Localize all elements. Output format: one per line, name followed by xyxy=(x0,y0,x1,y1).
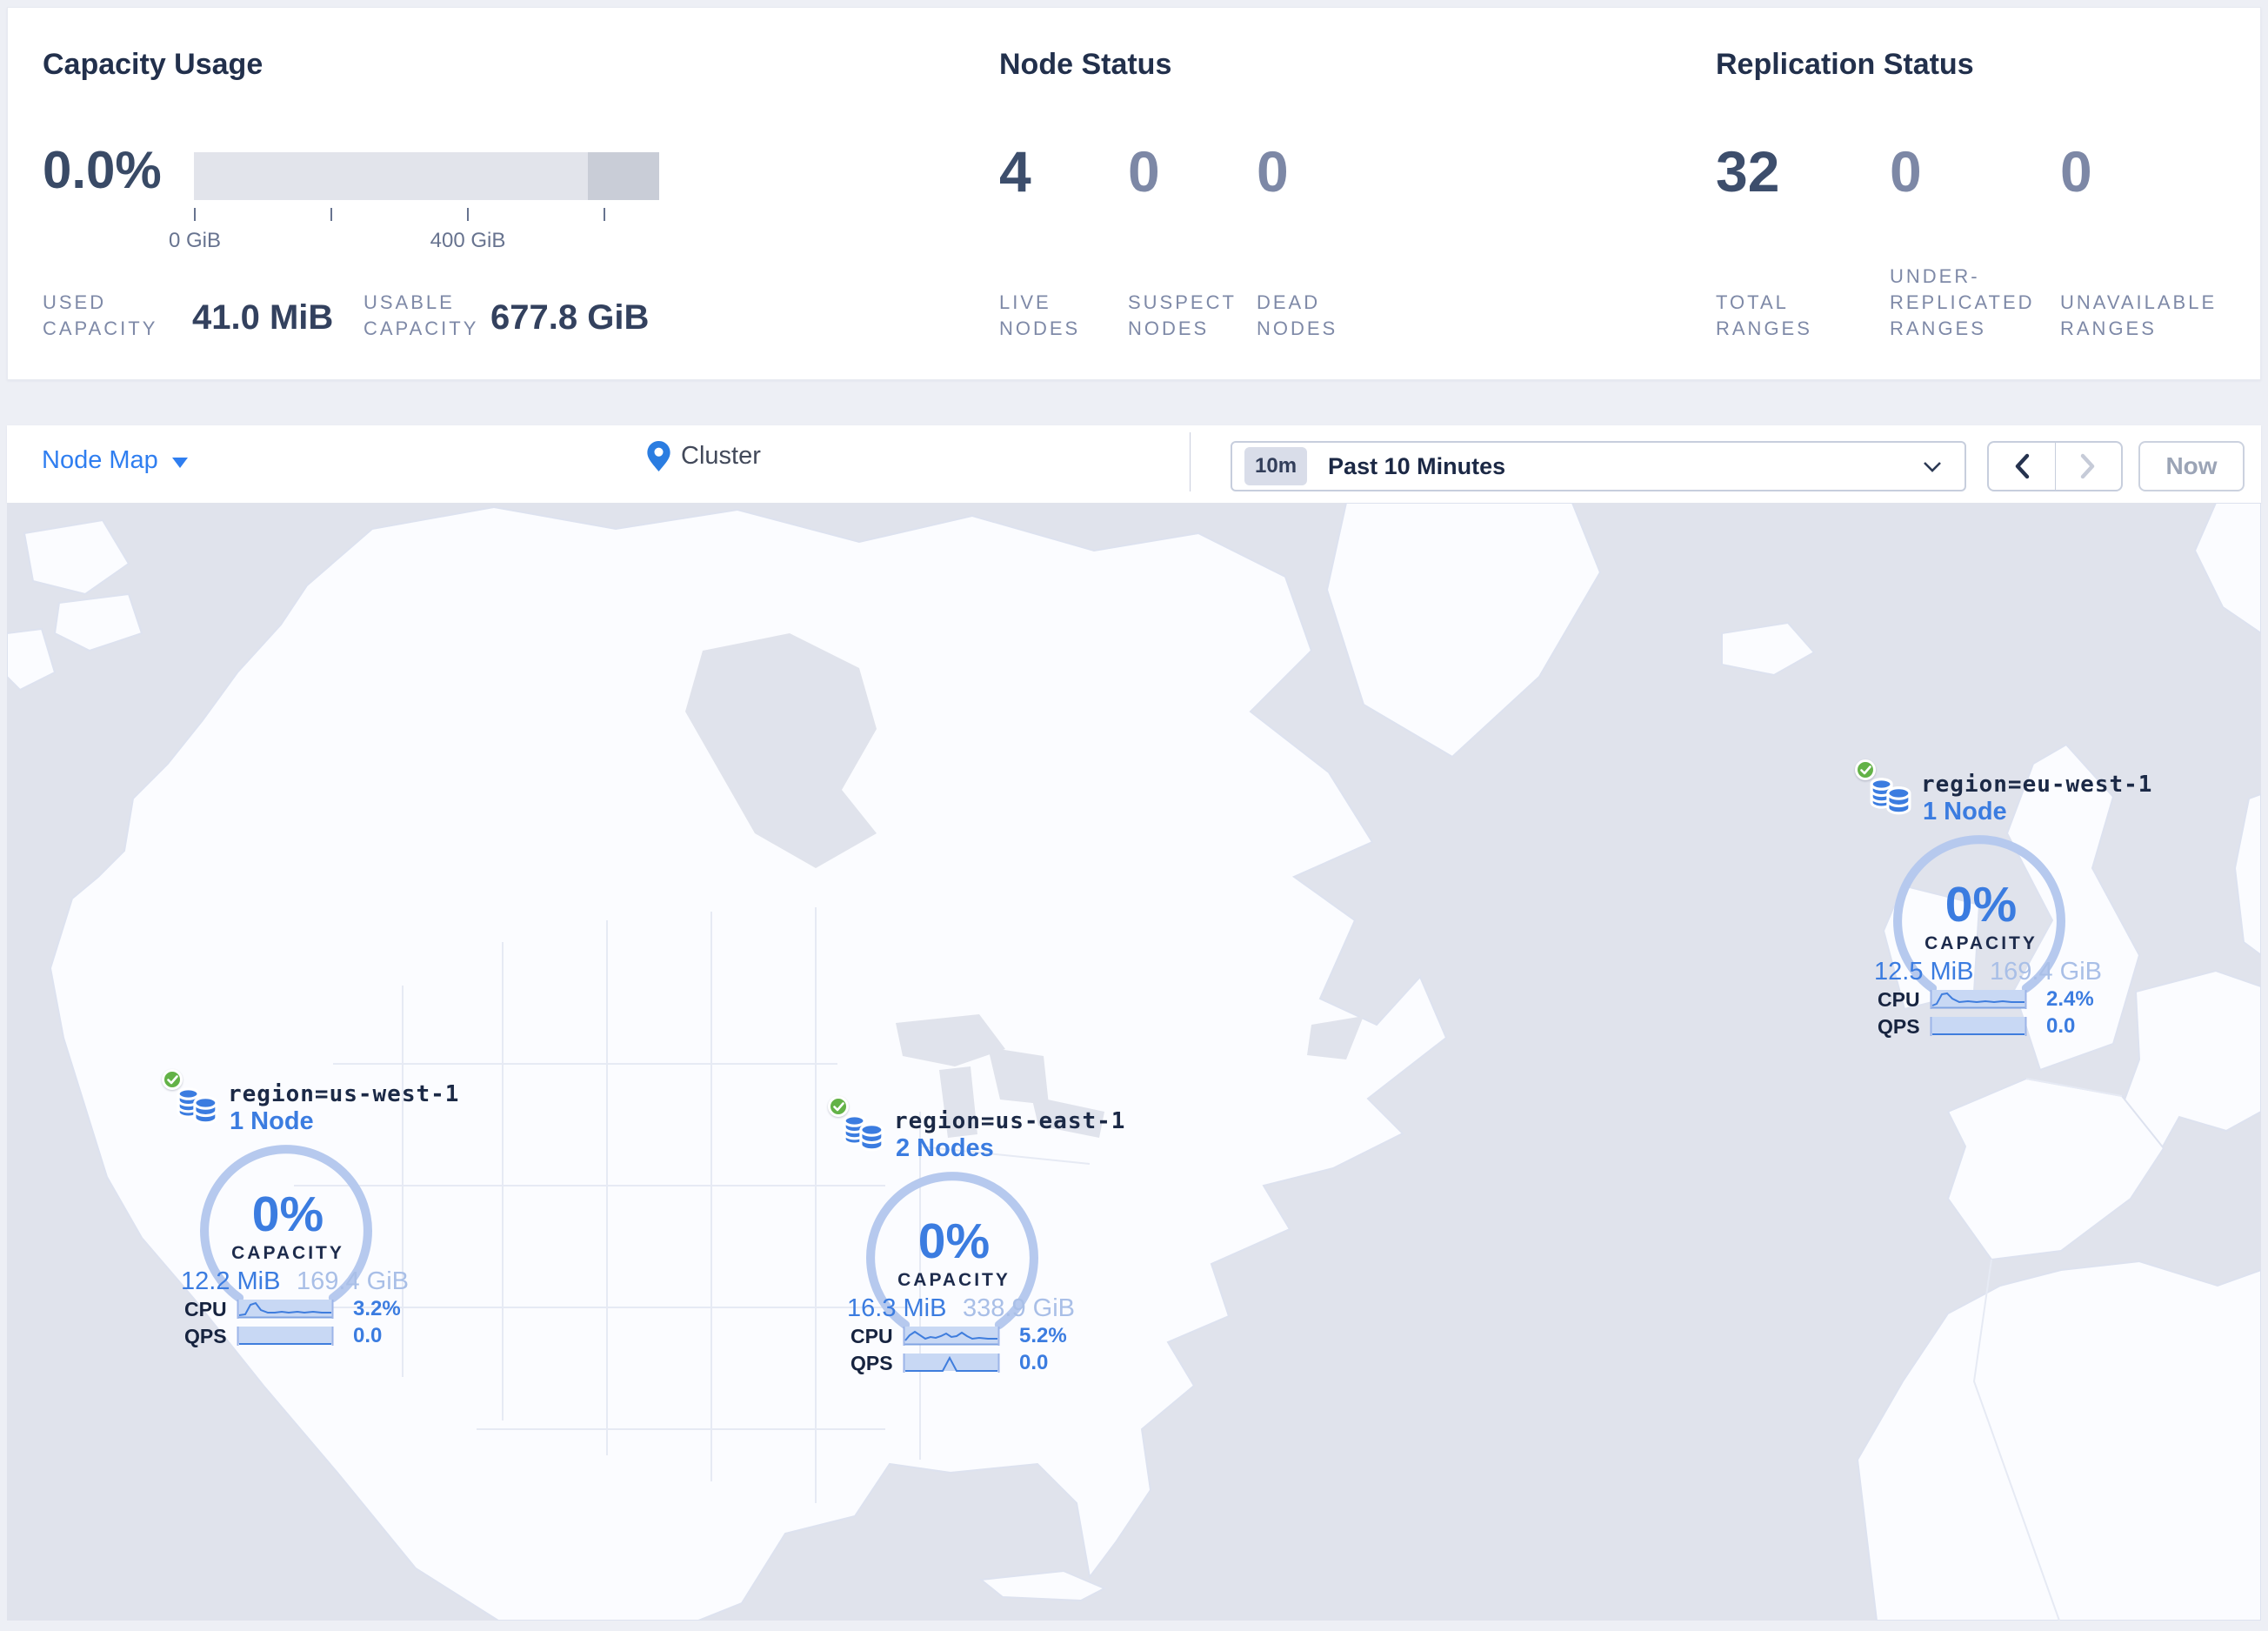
region-marker-eu-west-1[interactable]: region=eu-west-1 1 Node 0% CAPACITY 12.5… xyxy=(1855,759,2151,1039)
axis-label-zero: 0 GiB xyxy=(168,229,222,252)
qps-value: 0.0 xyxy=(1019,1351,1049,1374)
region-capacity-percent: 0% xyxy=(1944,877,2018,932)
time-range-label: Past 10 Minutes xyxy=(1328,452,1506,479)
cpu-value: 5.2% xyxy=(1019,1324,1067,1347)
region-title: region=us-east-1 xyxy=(894,1108,1126,1134)
time-range-badge: 10m xyxy=(1244,447,1308,485)
chevron-down-icon xyxy=(171,457,188,468)
qps-label: QPS xyxy=(184,1324,227,1347)
cpu-sparkline xyxy=(237,1300,334,1319)
time-step-buttons xyxy=(1987,441,2123,491)
region-node-count: 1 Node xyxy=(230,1107,314,1135)
node-status-title: Node Status xyxy=(999,48,1172,81)
capacity-bar xyxy=(194,152,659,200)
map-pin-icon xyxy=(647,441,670,471)
cpu-value: 3.2% xyxy=(353,1297,401,1320)
database-stack-icon xyxy=(1870,778,1911,815)
region-marker-us-west-1[interactable]: region=us-west-1 1 Node 0% CAPACITY 12.2… xyxy=(162,1069,458,1349)
view-selector-dropdown[interactable]: Node Map xyxy=(42,446,188,475)
qps-sparkline xyxy=(903,1354,1000,1373)
region-total-capacity: 169.4 GiB xyxy=(297,1267,409,1295)
used-capacity-label: USED CAPACITY xyxy=(43,291,158,339)
qps-label: QPS xyxy=(850,1351,893,1374)
under-replicated-count: 0 xyxy=(1890,139,1922,204)
cpu-label: CPU xyxy=(850,1324,893,1347)
previous-time-button[interactable] xyxy=(1989,443,2056,490)
unavailable-label: UNAVAILABLE RANGES xyxy=(2060,291,2218,339)
breadcrumb-label: Cluster xyxy=(681,442,761,470)
map-toolbar: Node Map Cluster 10m Past 10 Minutes Now xyxy=(7,425,2261,503)
breadcrumb[interactable]: Cluster xyxy=(647,441,761,471)
live-nodes-count: 4 xyxy=(999,139,1031,204)
capacity-bar-nonusable-segment xyxy=(588,152,659,200)
suspect-nodes-count: 0 xyxy=(1128,139,1160,204)
axis-tick xyxy=(467,208,469,221)
database-stack-icon xyxy=(843,1114,884,1152)
axis-label-400: 400 GiB xyxy=(430,229,506,252)
region-title: region=eu-west-1 xyxy=(1921,772,2153,798)
cpu-sparkline xyxy=(1930,990,2027,1009)
axis-tick xyxy=(330,208,332,221)
database-stack-icon xyxy=(177,1087,218,1125)
qps-sparkline xyxy=(237,1327,334,1346)
now-button[interactable]: Now xyxy=(2138,441,2245,491)
region-capacity-label: CAPACITY xyxy=(231,1243,344,1263)
under-replicated-label: UNDER-REPLICATED RANGES xyxy=(1890,265,2035,339)
capacity-percent: 0.0% xyxy=(43,141,162,199)
usable-capacity-label: USABLE CAPACITY xyxy=(364,291,479,339)
region-total-capacity: 169.4 GiB xyxy=(1990,958,2102,986)
chevron-right-icon xyxy=(2081,453,2095,479)
chevron-left-icon xyxy=(2015,453,2029,479)
region-used-capacity: 12.5 MiB xyxy=(1874,958,1974,986)
cpu-value: 2.4% xyxy=(2046,987,2094,1011)
live-nodes-label: LIVE NODES xyxy=(999,291,1081,339)
replication-status-title: Replication Status xyxy=(1716,48,1974,81)
qps-value: 0.0 xyxy=(353,1324,383,1347)
total-ranges-label: TOTAL RANGES xyxy=(1716,291,1812,339)
cpu-label: CPU xyxy=(184,1297,227,1320)
suspect-nodes-label: SUSPECT NODES xyxy=(1128,291,1237,339)
unavailable-count: 0 xyxy=(2060,139,2092,204)
axis-tick xyxy=(194,208,196,221)
chevron-down-icon xyxy=(1924,461,1941,472)
dead-nodes-label: DEAD NODES xyxy=(1257,291,1338,339)
region-title: region=us-west-1 xyxy=(228,1081,460,1107)
dead-nodes-count: 0 xyxy=(1257,139,1289,204)
world-basemap xyxy=(7,503,2261,1621)
toolbar-divider xyxy=(1190,432,1191,491)
region-total-capacity: 338.9 GiB xyxy=(963,1294,1075,1322)
cpu-label: CPU xyxy=(1878,987,1920,1011)
now-button-label: Now xyxy=(2165,452,2218,479)
axis-tick xyxy=(604,208,605,221)
cpu-sparkline xyxy=(903,1327,1000,1346)
capacity-usage-title: Capacity Usage xyxy=(43,48,263,81)
used-capacity-value: 41.0 MiB xyxy=(192,298,334,337)
qps-label: QPS xyxy=(1878,1014,1920,1038)
region-capacity-label: CAPACITY xyxy=(1924,933,2038,953)
node-map[interactable]: region=us-west-1 1 Node 0% CAPACITY 12.2… xyxy=(7,503,2261,1621)
region-capacity-percent: 0% xyxy=(917,1213,991,1269)
qps-value: 0.0 xyxy=(2046,1014,2076,1038)
next-time-button[interactable] xyxy=(2056,443,2122,490)
region-used-capacity: 12.2 MiB xyxy=(181,1267,281,1295)
region-node-count: 2 Nodes xyxy=(896,1134,994,1162)
cluster-summary-panel: Capacity Usage 0.0% 0 GiB 400 GiB USED C… xyxy=(7,7,2261,380)
time-range-dropdown[interactable]: 10m Past 10 Minutes xyxy=(1231,441,1966,491)
qps-sparkline xyxy=(1930,1017,2027,1036)
total-ranges-count: 32 xyxy=(1716,139,1780,204)
region-capacity-label: CAPACITY xyxy=(897,1270,1011,1290)
region-node-count: 1 Node xyxy=(1923,798,2007,826)
region-capacity-percent: 0% xyxy=(251,1186,324,1242)
usable-capacity-value: 677.8 GiB xyxy=(490,298,650,337)
view-selector-label: Node Map xyxy=(42,446,158,474)
region-used-capacity: 16.3 MiB xyxy=(847,1294,947,1322)
region-marker-us-east-1[interactable]: region=us-east-1 2 Nodes 0% CAPACITY 16.… xyxy=(828,1096,1124,1376)
